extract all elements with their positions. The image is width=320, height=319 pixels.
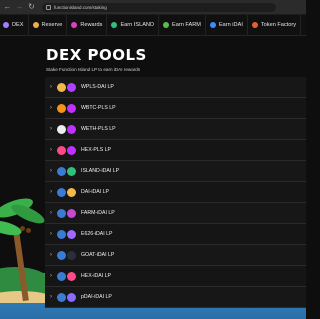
token-b-icon bbox=[67, 145, 76, 155]
token-a-icon bbox=[57, 166, 66, 176]
chevron-right-icon[interactable]: › bbox=[47, 105, 55, 111]
token-a-icon bbox=[57, 124, 66, 134]
token-b-icon bbox=[67, 166, 76, 176]
nav-item-dex[interactable]: DEX bbox=[0, 15, 29, 35]
pool-row[interactable]: › ISLAND-iDAI LP bbox=[45, 161, 306, 182]
rewards-icon bbox=[71, 22, 78, 28]
token-a-icon bbox=[57, 187, 66, 197]
url-text: functionisland.com/staking bbox=[54, 4, 107, 10]
token-b-icon bbox=[67, 292, 76, 302]
token-b-icon bbox=[67, 250, 76, 260]
chevron-right-icon[interactable]: › bbox=[47, 210, 55, 216]
nav-item-reserve[interactable]: Reserve bbox=[29, 15, 68, 35]
reload-icon[interactable]: ↻ bbox=[27, 2, 36, 12]
factory-icon bbox=[251, 22, 258, 28]
page-title: DEX POOLS bbox=[46, 46, 147, 64]
token-a-icon bbox=[57, 145, 66, 155]
nav-item-label: Reserve bbox=[41, 22, 63, 28]
pool-name: DAI-iDAI LP bbox=[81, 189, 109, 195]
lock-icon bbox=[46, 4, 51, 10]
nav-item-token-factory[interactable]: Token Factory bbox=[248, 15, 302, 35]
reserve-icon bbox=[32, 22, 39, 28]
token-b-icon bbox=[67, 124, 76, 134]
forward-icon[interactable]: → bbox=[15, 2, 24, 12]
pool-name: ISLAND-iDAI LP bbox=[81, 168, 120, 174]
nav-item-earn-island[interactable]: Earn ISLAND bbox=[107, 15, 160, 35]
coconut-illustration bbox=[26, 228, 31, 233]
nav-item-earn-farm[interactable]: Earn FARM bbox=[159, 15, 206, 35]
token-a-icon bbox=[57, 271, 66, 281]
pool-name: HEX-iDAI LP bbox=[81, 273, 111, 279]
token-b-icon bbox=[67, 103, 76, 113]
pool-row[interactable]: › WETH-PLS LP bbox=[45, 119, 306, 140]
chevron-right-icon[interactable]: › bbox=[47, 273, 55, 279]
token-a-icon bbox=[57, 229, 66, 239]
token-b-icon bbox=[67, 82, 76, 92]
earn-idai-icon bbox=[209, 22, 216, 28]
token-a-icon bbox=[57, 82, 66, 92]
earn-island-icon bbox=[111, 22, 118, 28]
coconut-illustration bbox=[20, 226, 25, 231]
page-subtitle: Stake Function Island LP to earn iDAI re… bbox=[46, 67, 141, 72]
chevron-right-icon[interactable]: › bbox=[47, 294, 55, 300]
pool-row[interactable]: › E626-iDAI LP bbox=[45, 224, 306, 245]
pool-row[interactable]: › WBTC-PLS LP bbox=[45, 98, 306, 119]
nav-item-label: DEX bbox=[12, 22, 24, 28]
nav-item-label: Earn FARM bbox=[172, 22, 201, 28]
token-a-icon bbox=[57, 103, 66, 113]
nav-item-label: Rewards bbox=[80, 22, 103, 28]
token-b-icon bbox=[67, 208, 76, 218]
pool-row[interactable]: › HEX-PLS LP bbox=[45, 140, 306, 161]
address-bar[interactable]: functionisland.com/staking bbox=[42, 2, 276, 12]
token-b-icon bbox=[67, 271, 76, 281]
chevron-right-icon[interactable]: › bbox=[47, 168, 55, 174]
pool-name: FARM-iDAI LP bbox=[81, 210, 115, 216]
earn-farm-icon bbox=[163, 22, 170, 28]
token-a-icon bbox=[57, 208, 66, 218]
pool-row[interactable]: › FARM-iDAI LP bbox=[45, 203, 306, 224]
nav-item-label: Earn iDAI bbox=[218, 22, 243, 28]
pool-row[interactable]: › pDAI-iDAI LP bbox=[45, 287, 306, 308]
pool-row[interactable]: › GOAT-iDAI LP bbox=[45, 245, 306, 266]
nav-item-label: Earn ISLAND bbox=[120, 22, 155, 28]
chevron-right-icon[interactable]: › bbox=[47, 84, 55, 90]
chevron-right-icon[interactable]: › bbox=[47, 147, 55, 153]
nav-item-label: Token Factory bbox=[260, 22, 297, 28]
pool-row[interactable]: › WPLS-DAI LP bbox=[45, 77, 306, 98]
swap-icon bbox=[3, 22, 9, 28]
token-b-icon bbox=[67, 187, 76, 197]
pool-row[interactable]: › HEX-iDAI LP bbox=[45, 266, 306, 287]
pool-name: GOAT-iDAI LP bbox=[81, 252, 115, 258]
pool-name: WETH-PLS LP bbox=[81, 126, 116, 132]
chevron-right-icon[interactable]: › bbox=[47, 252, 55, 258]
chevron-right-icon[interactable]: › bbox=[47, 231, 55, 237]
token-a-icon bbox=[57, 250, 66, 260]
browser-toolbar: ← → ↻ functionisland.com/staking bbox=[0, 0, 306, 15]
pool-name: WPLS-DAI LP bbox=[81, 84, 114, 90]
pool-row[interactable]: › DAI-iDAI LP bbox=[45, 182, 306, 203]
chevron-right-icon[interactable]: › bbox=[47, 189, 55, 195]
chevron-right-icon[interactable]: › bbox=[47, 126, 55, 132]
pool-name: WBTC-PLS LP bbox=[81, 105, 116, 111]
pool-name: E626-iDAI LP bbox=[81, 231, 113, 237]
token-a-icon bbox=[57, 292, 66, 302]
back-icon[interactable]: ← bbox=[3, 2, 12, 12]
app-nav: DEX Reserve Rewards Earn ISLAND Earn FARM Ear… bbox=[0, 15, 306, 36]
pool-name: pDAI-iDAI LP bbox=[81, 294, 112, 300]
pool-list: › WPLS-DAI LP › WBTC-PLS LP › WETH-PLS LP › HEX… bbox=[45, 77, 306, 308]
pool-name: HEX-PLS LP bbox=[81, 147, 111, 153]
token-b-icon bbox=[67, 229, 76, 239]
nav-item-rewards[interactable]: Rewards bbox=[67, 15, 108, 35]
nav-item-earn-idai[interactable]: Earn iDAI bbox=[206, 15, 248, 35]
